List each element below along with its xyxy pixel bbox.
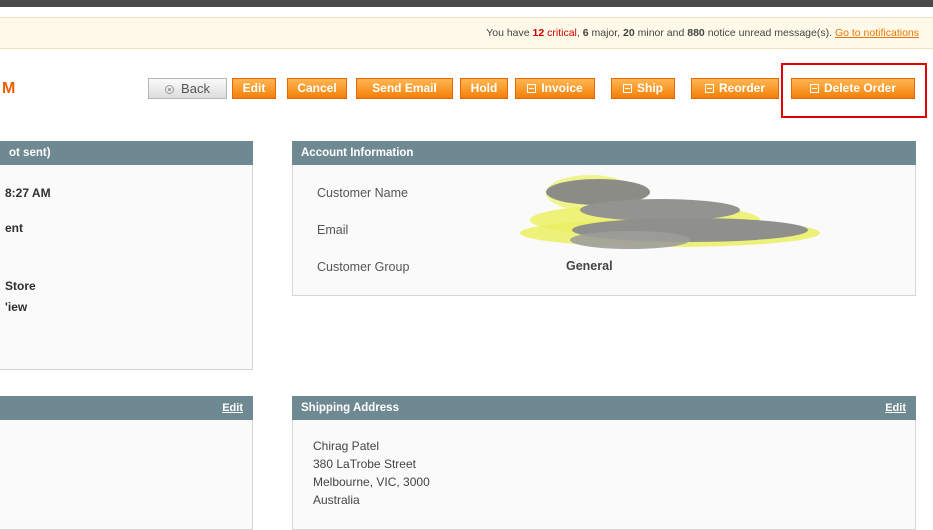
billing-box-header: Edit [0,396,253,420]
order-status: ent [5,221,23,235]
critical-count: 12 [532,27,545,39]
back-button[interactable]: Back [148,78,227,99]
hold-button[interactable]: Hold [460,78,508,99]
customer-group-value: General [566,259,613,273]
order-store: Store [5,279,36,293]
email-label: Email [317,223,349,237]
order-box-body: 8:27 AM ent Store 'iew [0,165,253,370]
address-line: Australia [313,493,360,507]
address-line: 380 LaTrobe Street [313,457,416,471]
invoice-button[interactable]: Invoice [515,78,595,99]
go-to-notifications-link[interactable]: Go to notifications [835,27,919,39]
shipping-address-text: Chirag Patel 380 LaTrobe Street Melbourn… [313,437,430,509]
page-title: M [2,80,16,97]
reorder-button[interactable]: Reorder [691,78,779,99]
reorder-icon [704,84,714,93]
customer-group-label: Customer Group [317,260,410,274]
address-line: Melbourne, VIC, 3000 [313,475,430,489]
back-icon [165,85,175,94]
top-bar [0,0,933,7]
shipping-edit-link[interactable]: Edit [885,396,906,420]
customer-name-label: Customer Name [317,186,408,200]
critical-link[interactable]: critical [547,27,577,39]
cancel-button[interactable]: Cancel [287,78,347,99]
notification-message: You have 12 critical, 6 major, 20 minor … [486,27,919,39]
shipping-address-body: Chirag Patel 380 LaTrobe Street Melbourn… [292,420,916,530]
edit-button[interactable]: Edit [232,78,276,99]
billing-box-body [0,420,253,530]
account-info-header: Account Information [292,141,916,165]
billing-edit-link[interactable]: Edit [222,396,243,420]
shipping-address-header: Shipping Address Edit [292,396,916,420]
order-date: 8:27 AM [5,186,51,200]
delete-order-highlight [781,63,927,118]
invoice-icon [527,84,537,93]
ship-icon [623,84,632,93]
order-store-view: 'iew [5,300,28,314]
address-line: Chirag Patel [313,439,380,453]
notification-bar: You have 12 critical, 6 major, 20 minor … [0,17,933,49]
send-email-button[interactable]: Send Email [356,78,453,99]
redacted-customer-details [520,175,820,249]
order-box-header: ot sent) [0,141,253,165]
ship-button[interactable]: Ship [611,78,675,99]
